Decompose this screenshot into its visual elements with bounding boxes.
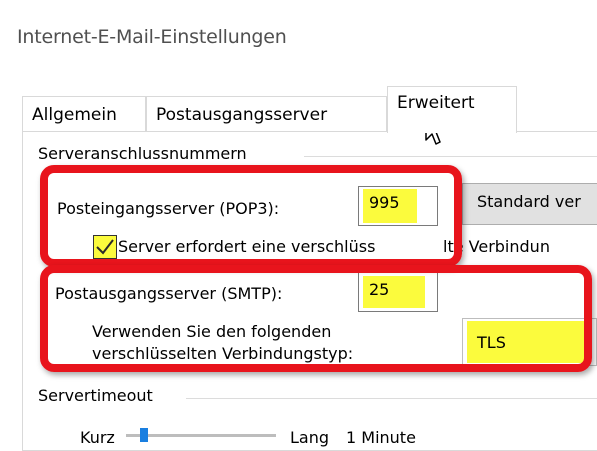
annotation-box-pop3 [40, 165, 462, 267]
group-divider [186, 398, 597, 399]
ports-group-legend: Serveranschlussnummern [38, 144, 253, 163]
tab-postausgangsserver[interactable]: Postausgangsserver [146, 96, 387, 132]
timeout-value: 1 Minute [346, 428, 416, 447]
tab-strip: Allgemein Postausgangsserver Erweitert [22, 86, 597, 133]
timeout-long-label: Lang [290, 428, 330, 447]
tab-allgemein[interactable]: Allgemein [22, 96, 146, 132]
group-divider [304, 156, 597, 157]
timeout-short-label: Kurz [80, 428, 115, 447]
timeout-group-legend: Servertimeout [38, 386, 159, 405]
restore-defaults-button[interactable]: Standard ver [462, 183, 597, 225]
timeout-slider-thumb[interactable] [140, 428, 148, 442]
tab-erweitert[interactable]: Erweitert [387, 86, 517, 133]
window-title: Internet-E-Mail-Einstellungen [17, 26, 287, 48]
timeout-slider-track[interactable] [126, 434, 276, 437]
annotation-box-smtp [40, 265, 592, 372]
